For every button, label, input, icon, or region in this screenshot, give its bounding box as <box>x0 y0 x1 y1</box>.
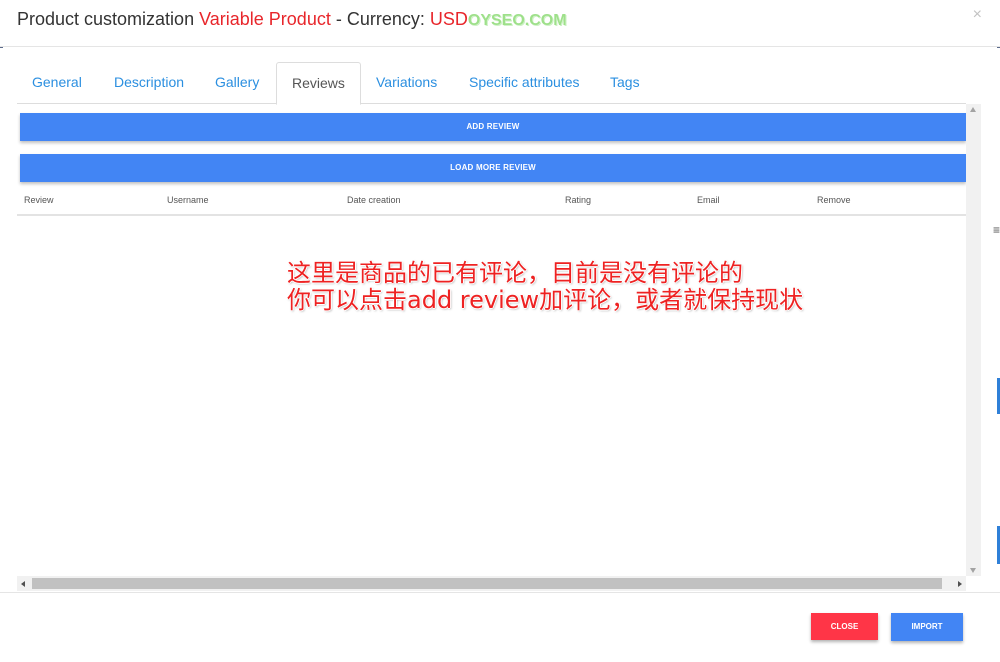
annotation-line-1: 这里是商品的已有评论，目前是没有评论的 <box>287 259 743 287</box>
scroll-down-arrow-icon[interactable] <box>970 568 976 573</box>
title-prefix: Product customization <box>17 9 200 29</box>
annotation-line-2: 你可以点击add review加评论，或者就保持现状 <box>287 286 804 314</box>
watermark: OYSEO.COM <box>467 12 567 29</box>
tab-reviews[interactable]: Reviews <box>276 62 361 105</box>
vertical-scrollbar[interactable] <box>966 104 981 576</box>
close-button[interactable]: CLOSE <box>811 613 878 640</box>
column-header-username: Username <box>167 195 209 205</box>
scroll-right-arrow-icon[interactable] <box>958 581 962 587</box>
currency-value: USD <box>429 9 468 29</box>
horizontal-scroll-thumb[interactable] <box>32 578 942 589</box>
scroll-left-arrow-icon[interactable] <box>21 581 25 587</box>
modal-title: Product customization Variable Product -… <box>17 9 567 30</box>
modal-header: Product customization Variable Product -… <box>0 0 1000 47</box>
tab-description[interactable]: Description <box>99 62 199 102</box>
annotation-overlay: 这里是商品的已有评论，目前是没有评论的 你可以点击add review加评论，或… <box>287 260 803 314</box>
column-header-review: Review <box>24 195 54 205</box>
backdrop-menu-icon: ≡ <box>992 223 1000 237</box>
column-header-remove: Remove <box>817 195 851 205</box>
column-header-date-creation: Date creation <box>347 195 401 205</box>
tab-gallery[interactable]: Gallery <box>200 62 274 102</box>
import-button[interactable]: IMPORT <box>891 613 963 641</box>
product-type: Variable Product <box>199 9 331 29</box>
reviews-table-header: Review Username Date creation Rating Ema… <box>17 192 966 216</box>
scroll-up-arrow-icon[interactable] <box>970 107 976 112</box>
tab-variations[interactable]: Variations <box>361 62 452 102</box>
load-more-review-button[interactable]: LOAD MORE REVIEW <box>20 154 966 182</box>
tab-bar: General Description Gallery Reviews Vari… <box>17 62 966 105</box>
horizontal-scrollbar[interactable] <box>17 576 966 591</box>
column-header-email: Email <box>697 195 720 205</box>
tab-tags[interactable]: Tags <box>595 62 655 102</box>
add-review-button[interactable]: ADD REVIEW <box>20 113 966 141</box>
tab-specific-attributes[interactable]: Specific attributes <box>454 62 595 102</box>
title-currency-label: - Currency: <box>330 9 430 29</box>
column-header-rating: Rating <box>565 195 592 205</box>
tab-general[interactable]: General <box>17 62 97 102</box>
close-icon[interactable]: × <box>973 6 982 24</box>
reviews-panel: ADD REVIEW LOAD MORE REVIEW Review Usern… <box>17 104 966 576</box>
modal-footer: CLOSE IMPORT <box>0 592 1000 662</box>
